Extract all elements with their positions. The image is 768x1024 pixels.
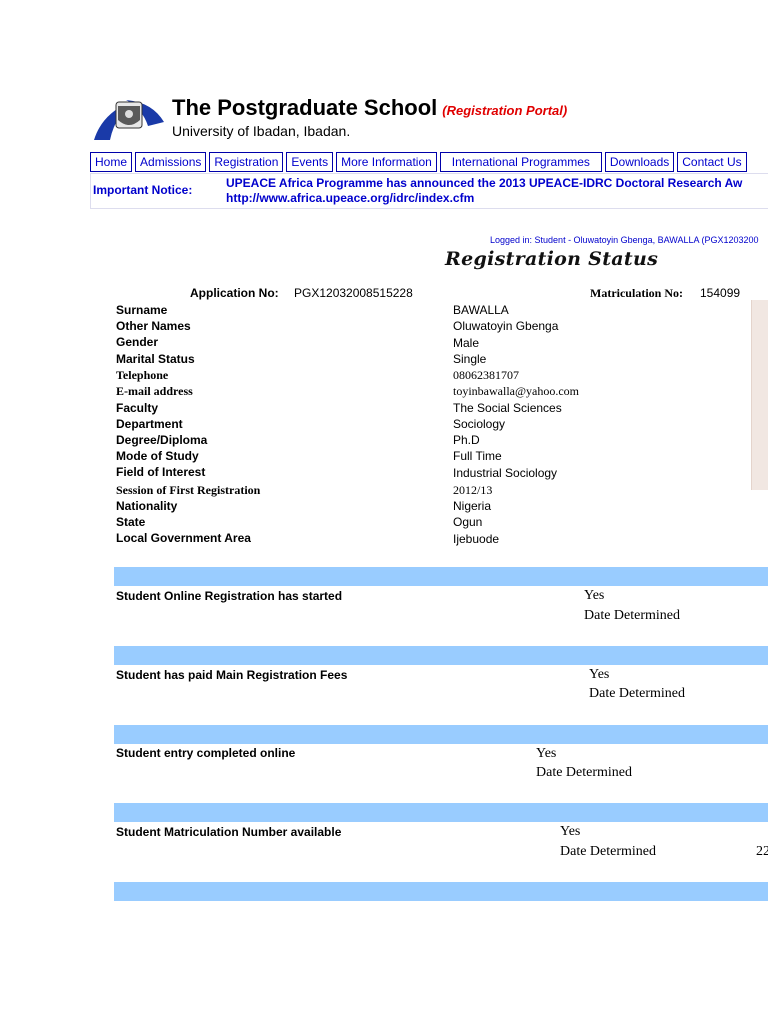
detail-label-email: E-mail address: [116, 384, 193, 398]
detail-label-session: Session of First Registration: [116, 483, 261, 497]
detail-label-gender: Gender: [116, 335, 159, 349]
step-label: Student entry completed online: [116, 746, 296, 760]
notice-headline[interactable]: UPEACE Africa Programme has announced th…: [226, 176, 742, 191]
step-label: Student Matriculation Number available: [116, 825, 342, 839]
nav-contact-us[interactable]: Contact Us: [677, 152, 747, 172]
step-date-label: Date Determined: [589, 686, 686, 701]
matriculation-no-value: 154099: [700, 286, 741, 300]
detail-value-faculty: The Social Sciences: [453, 401, 562, 415]
logged-in-status: Logged in: Student - Oluwatoyin Gbenga, …: [490, 235, 759, 245]
notice-text[interactable]: UPEACE Africa Programme has announced th…: [226, 176, 742, 206]
detail-label-field-of-interest: Field of Interest: [116, 465, 206, 479]
section-divider: [114, 646, 768, 665]
page-title: Registration Status: [445, 248, 659, 270]
step-status: Yes: [536, 746, 557, 761]
detail-value-lga: Ijebuode: [453, 532, 500, 546]
detail-label-mode-of-study: Mode of Study: [116, 449, 199, 463]
section-divider: [114, 567, 768, 586]
detail-value-department: Sociology: [453, 417, 506, 431]
nav-more-information[interactable]: More Information: [336, 152, 437, 172]
notice-label: Important Notice:: [93, 183, 193, 197]
main-nav: Home Admissions Registration Events More…: [90, 152, 768, 172]
site-tagline: (Registration Portal): [442, 103, 568, 118]
nav-registration[interactable]: Registration: [209, 152, 284, 172]
detail-label-other-names: Other Names: [116, 319, 191, 333]
step-label: Student Online Registration has started: [116, 589, 343, 603]
detail-label-telephone: Telephone: [116, 368, 169, 382]
detail-value-field-of-interest: Industrial Sociology: [453, 466, 558, 480]
nav-events[interactable]: Events: [286, 152, 334, 172]
detail-value-other-names: Oluwatoyin Gbenga: [453, 319, 559, 333]
detail-value-email: toyinbawalla@yahoo.com: [453, 384, 580, 398]
notice-bar: Important Notice: UPEACE Africa Programm…: [90, 173, 768, 209]
section-divider: [114, 803, 768, 822]
detail-value-nationality: Nigeria: [453, 499, 492, 513]
step-date-label: Date Determined: [536, 765, 633, 780]
step-status: Yes: [589, 667, 610, 682]
site-subtitle: University of Ibadan, Ibadan.: [172, 123, 351, 139]
detail-label-degree: Degree/Diploma: [116, 433, 208, 447]
section-divider: [114, 725, 768, 744]
nav-home[interactable]: Home: [90, 152, 133, 172]
nav-admissions[interactable]: Admissions: [135, 152, 207, 172]
detail-value-surname: BAWALLA: [453, 303, 509, 317]
detail-value-state: Ogun: [453, 515, 483, 529]
detail-label-lga: Local Government Area: [116, 531, 251, 545]
detail-label-nationality: Nationality: [116, 499, 178, 513]
detail-value-mode-of-study: Full Time: [453, 449, 502, 463]
notice-link[interactable]: http://www.africa.upeace.org/idrc/index.…: [226, 191, 742, 206]
detail-value-degree: Ph.D: [453, 433, 480, 447]
step-date-label: Date Determined: [584, 608, 681, 623]
detail-label-state: State: [116, 515, 146, 529]
detail-label-surname: Surname: [116, 303, 168, 317]
nav-downloads[interactable]: Downloads: [604, 152, 675, 172]
detail-value-session: 2012/13: [453, 483, 493, 497]
university-logo: [94, 100, 164, 140]
section-divider: [114, 882, 768, 901]
detail-label-marital-status: Marital Status: [116, 352, 195, 366]
student-photo: [751, 300, 768, 490]
detail-value-telephone: 08062381707: [453, 368, 519, 382]
step-status: Yes: [584, 588, 605, 603]
matriculation-no-label: Matriculation No:: [590, 286, 683, 300]
step-label: Student has paid Main Registration Fees: [116, 668, 348, 682]
step-status: Yes: [560, 824, 581, 839]
application-no-value: PGX12032008515228: [294, 286, 413, 300]
detail-value-gender: Male: [453, 336, 480, 350]
site-title: The Postgraduate School (Registration Por…: [172, 95, 568, 120]
step-date-label: Date Determined: [560, 844, 657, 859]
detail-label-department: Department: [116, 417, 183, 431]
detail-value-marital-status: Single: [453, 352, 487, 366]
nav-international-programmes[interactable]: International Programmes: [439, 152, 602, 172]
step-date-value: 22: [756, 844, 768, 859]
detail-label-faculty: Faculty: [116, 401, 159, 415]
application-no-label: Application No:: [190, 286, 279, 300]
